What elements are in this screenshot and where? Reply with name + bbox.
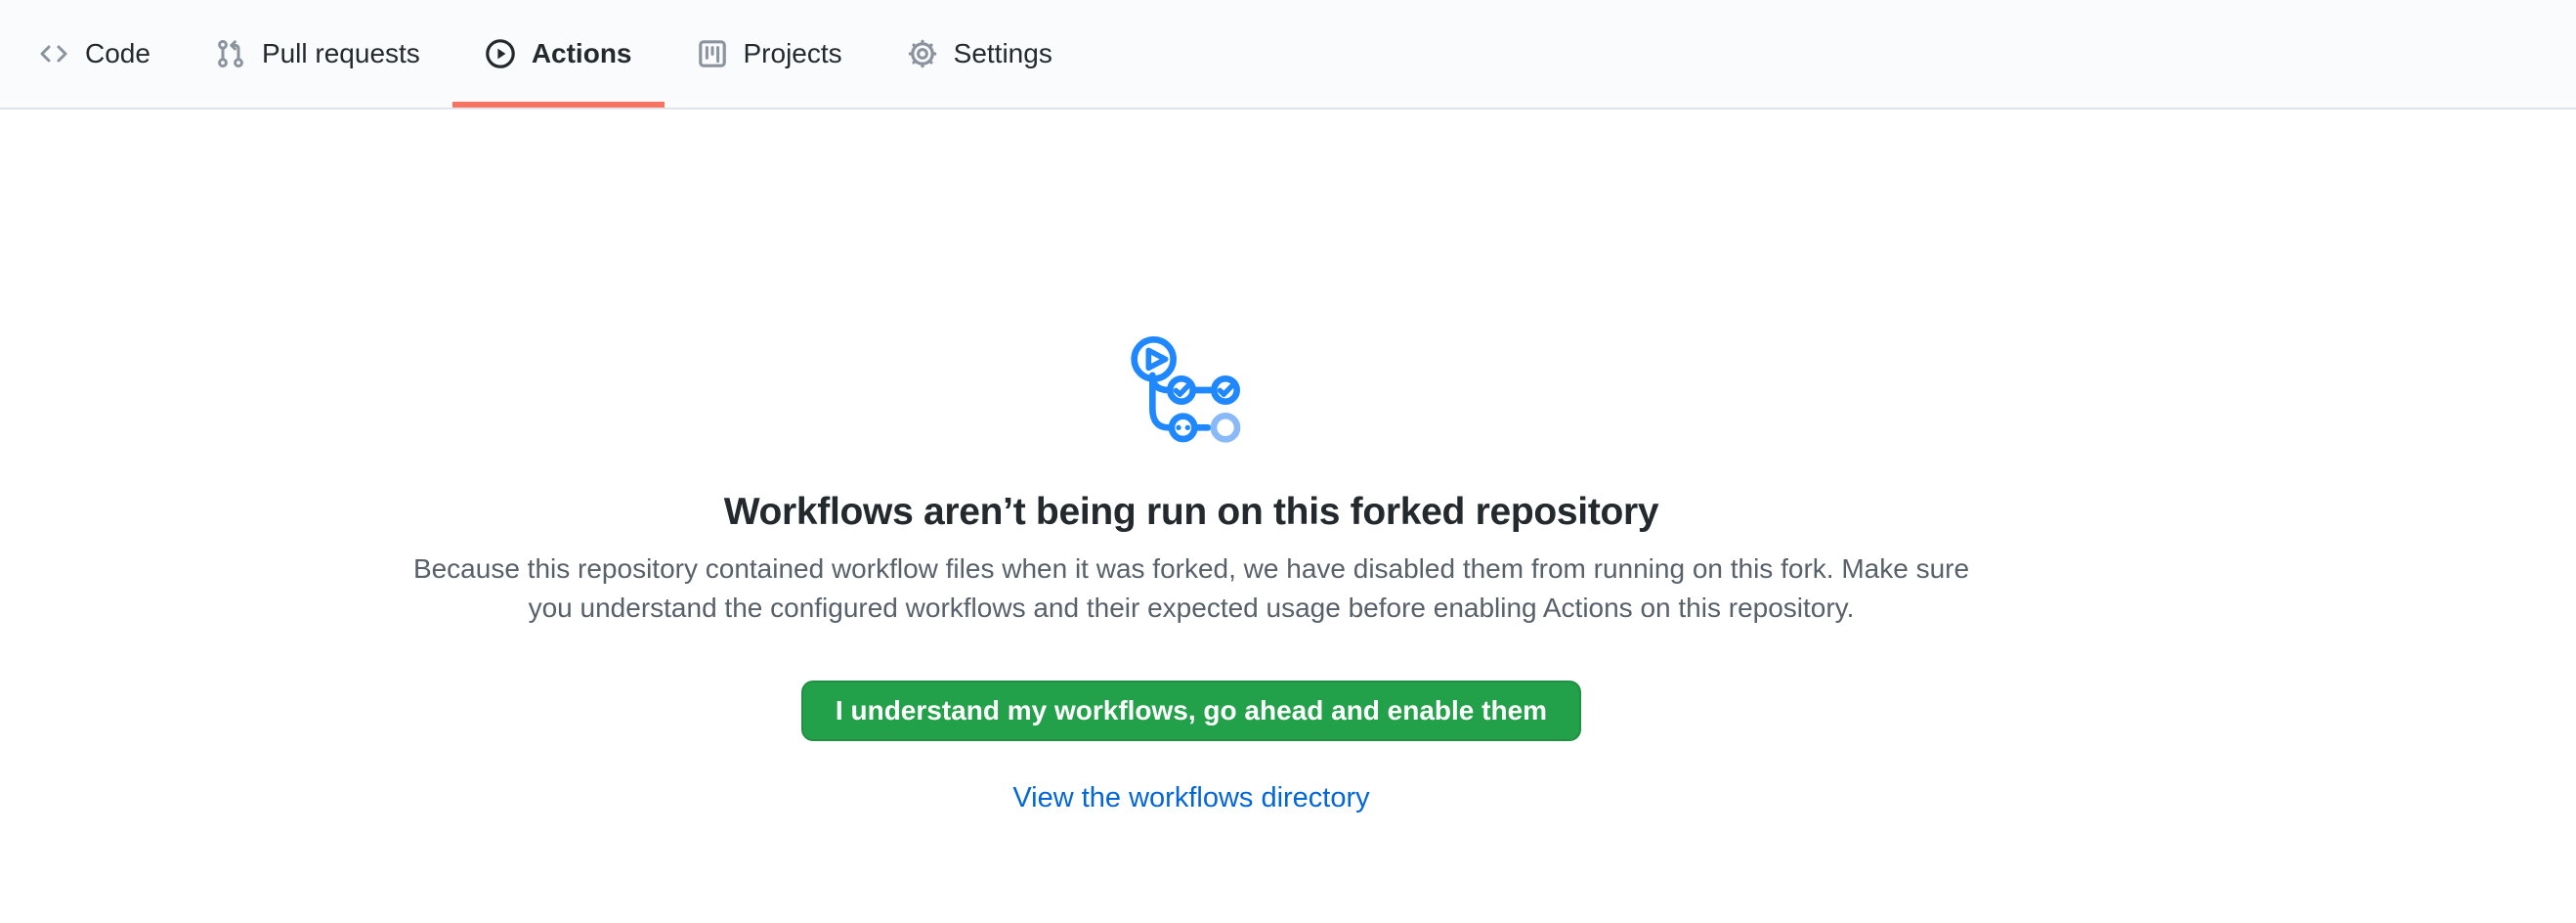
actions-disabled-blankslate: Workflows aren’t being run on this forke… — [390, 110, 1993, 814]
code-icon — [38, 38, 69, 69]
blankslate-description: Because this repository contained workfl… — [400, 549, 1983, 628]
workflows-directory-link[interactable]: View the workflows directory — [1012, 782, 1369, 813]
tab-settings[interactable]: Settings — [875, 0, 1085, 108]
tab-label: Actions — [532, 38, 632, 69]
tab-code[interactable]: Code — [6, 0, 183, 108]
project-icon — [697, 38, 728, 69]
tab-label: Code — [85, 38, 150, 69]
play-icon — [485, 38, 516, 69]
tab-label: Settings — [954, 38, 1052, 69]
page-title: Workflows aren’t being run on this forke… — [390, 491, 1993, 534]
tab-pull-requests[interactable]: Pull requests — [183, 0, 452, 108]
workflow-graph-icon — [1128, 327, 1255, 454]
repo-tabnav: Code Pull requests Actions — [0, 0, 2576, 110]
tab-actions[interactable]: Actions — [452, 0, 665, 108]
tab-projects[interactable]: Projects — [665, 0, 875, 108]
tab-label: Pull requests — [262, 38, 420, 69]
tab-label: Projects — [744, 38, 842, 69]
enable-workflows-button[interactable]: I understand my workflows, go ahead and … — [801, 681, 1581, 741]
gear-icon — [907, 38, 938, 69]
workflows-link-row: View the workflows directory — [390, 782, 1993, 814]
git-pull-request-icon — [215, 38, 246, 69]
